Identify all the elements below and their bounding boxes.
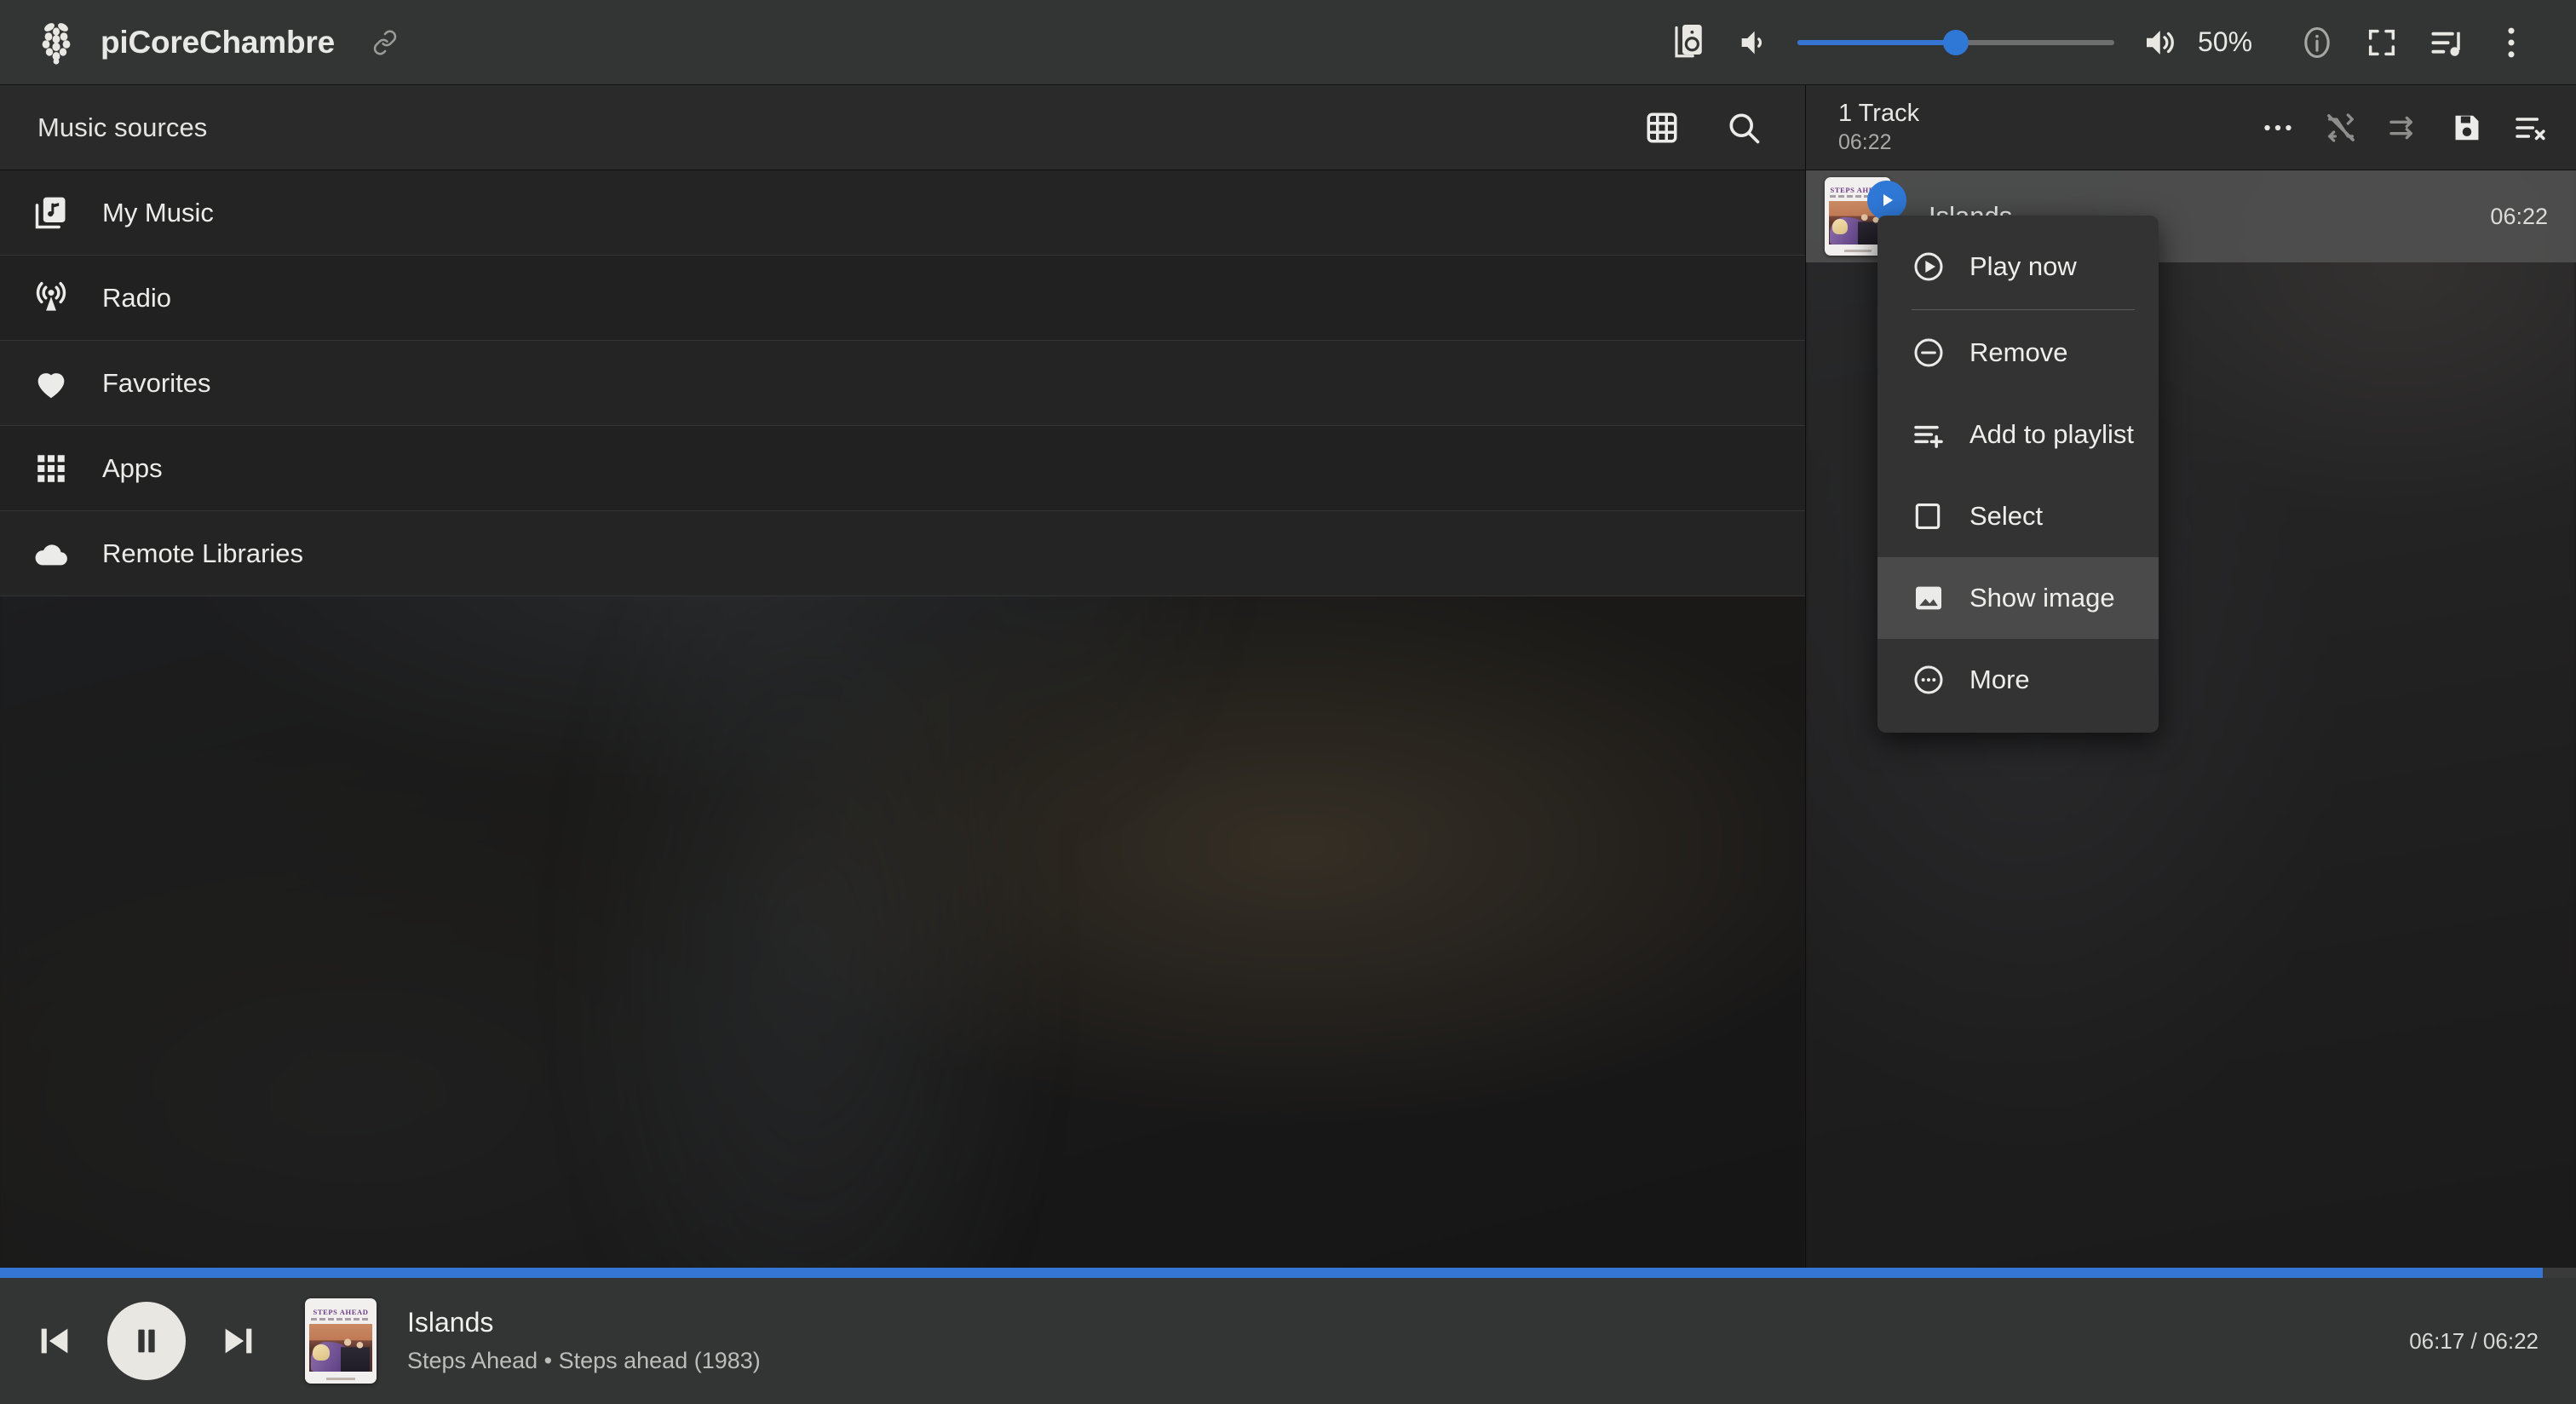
album-art-title: STEPS AHEAD xyxy=(313,1308,369,1316)
context-menu-item-label: Select xyxy=(1969,501,2044,531)
skip-next-icon[interactable] xyxy=(196,1298,281,1384)
player-bar: STEPS AHEAD Islands Steps Ahead • Steps … xyxy=(0,1278,2576,1404)
playlist-header: 1 Track 06:22 xyxy=(1806,85,2576,170)
now-playing-album-art[interactable]: STEPS AHEAD xyxy=(305,1298,377,1384)
now-playing-title: Islands xyxy=(407,1307,494,1338)
sidebar-item-my-music[interactable]: My Music xyxy=(0,170,1805,256)
album-art-figures xyxy=(341,1337,371,1372)
context-menu-item-remove[interactable]: Remove xyxy=(1877,312,2159,394)
volume-slider[interactable] xyxy=(1797,10,2114,75)
playlist-summary: 1 Track 06:22 xyxy=(1806,100,1920,154)
now-playing-time: 06:17 / 06:22 xyxy=(2409,1327,2539,1354)
sidebar-item-label: Remote Libraries xyxy=(102,538,304,568)
more-circle-icon xyxy=(1912,663,1951,697)
radio-broadcast-icon xyxy=(0,279,102,317)
app-window: piCoreChambre 50% Music sources My Music… xyxy=(0,0,2576,1404)
top-bar: piCoreChambre 50% xyxy=(0,0,2576,85)
playlist-queue-icon[interactable] xyxy=(2414,10,2479,75)
playlist-total-duration: 06:22 xyxy=(1838,129,1892,154)
overflow-menu-icon[interactable] xyxy=(2479,10,2544,75)
music-library-icon xyxy=(0,194,102,232)
shuffle-off-icon[interactable] xyxy=(2313,100,2369,156)
grid-view-icon[interactable] xyxy=(1631,97,1693,158)
sidebar-item-label: My Music xyxy=(102,197,214,227)
track-context-menu: Play now Remove Add to playlist Select S… xyxy=(1877,216,2159,733)
save-floppy-icon[interactable] xyxy=(2439,100,2495,156)
volume-down-icon[interactable] xyxy=(1721,10,1785,75)
top-bar-left: piCoreChambre xyxy=(0,20,398,65)
image-icon xyxy=(1912,581,1951,615)
album-art-illustration xyxy=(309,1324,372,1372)
pause-icon[interactable] xyxy=(107,1302,186,1380)
context-menu-item-more[interactable]: More xyxy=(1877,639,2159,721)
raspberry-pi-logo-icon xyxy=(37,20,75,65)
volume-slider-thumb[interactable] xyxy=(1943,29,1969,55)
sources-actions xyxy=(1631,97,1805,158)
clear-playlist-icon[interactable] xyxy=(2502,100,2558,156)
context-menu-item-play-now[interactable]: Play now xyxy=(1877,226,2159,308)
seek-bar[interactable] xyxy=(0,1268,2576,1278)
sources-title: Music sources xyxy=(37,112,208,142)
cloud-icon xyxy=(0,534,102,573)
context-menu-item-label: More xyxy=(1969,665,2030,694)
context-menu-item-select[interactable]: Select xyxy=(1877,475,2159,557)
now-playing-metadata: Islands Steps Ahead • Steps ahead (1983) xyxy=(407,1307,761,1374)
heart-icon xyxy=(0,364,102,403)
app-title: piCoreChambre xyxy=(101,24,335,60)
playlist-actions xyxy=(2250,100,2576,156)
play-badge-icon[interactable] xyxy=(1867,181,1906,220)
context-menu-item-label: Add to playlist xyxy=(1969,419,2134,449)
sidebar-item-radio[interactable]: Radio xyxy=(0,256,1805,341)
apps-grid-icon xyxy=(0,451,102,486)
sidebar-item-label: Favorites xyxy=(102,367,211,398)
checkbox-empty-icon xyxy=(1912,500,1951,532)
now-playing-subtitle: Steps Ahead • Steps ahead (1983) xyxy=(407,1348,761,1374)
volume-up-icon[interactable] xyxy=(2126,10,2191,75)
context-menu-item-label: Play now xyxy=(1969,251,2077,281)
sidebar-item-remote-libraries[interactable]: Remote Libraries xyxy=(0,511,1805,596)
context-menu-item-show-image[interactable]: Show image xyxy=(1877,557,2159,639)
sources-list: My Music Radio Favorites Apps Remote Lib… xyxy=(0,170,1805,596)
sidebar-item-label: Radio xyxy=(102,282,171,313)
context-menu-divider xyxy=(1912,309,2135,310)
repeat-off-icon[interactable] xyxy=(2376,100,2432,156)
minus-circle-icon xyxy=(1912,336,1951,370)
play-circle-icon xyxy=(1912,250,1951,284)
search-icon[interactable] xyxy=(1713,97,1774,158)
context-menu-item-label: Remove xyxy=(1969,337,2068,367)
seek-bar-fill xyxy=(0,1268,2543,1278)
info-icon[interactable] xyxy=(2285,10,2349,75)
playlist-track-count: 1 Track xyxy=(1838,100,1920,128)
horizontal-dots-icon[interactable] xyxy=(2250,100,2306,156)
sources-pane: Music sources My Music Radio Favorites A… xyxy=(0,85,1805,1278)
playlist-add-icon xyxy=(1912,417,1951,452)
playlist-track-duration: 06:22 xyxy=(2490,203,2548,229)
sidebar-item-favorites[interactable]: Favorites xyxy=(0,341,1805,426)
sidebar-item-apps[interactable]: Apps xyxy=(0,426,1805,511)
context-menu-item-label: Show image xyxy=(1969,583,2115,613)
sources-header: Music sources xyxy=(0,85,1805,170)
album-art-footer-line xyxy=(326,1378,355,1380)
album-art-credits-line xyxy=(310,1318,371,1321)
now-playing-album-art-image: STEPS AHEAD xyxy=(305,1298,377,1384)
skip-previous-icon[interactable] xyxy=(12,1298,97,1384)
top-bar-right: 50% xyxy=(1656,10,2576,75)
context-menu-item-add-to-playlist[interactable]: Add to playlist xyxy=(1877,394,2159,475)
fullscreen-icon[interactable] xyxy=(2349,10,2414,75)
link-icon[interactable] xyxy=(372,30,398,55)
album-art-footer-line xyxy=(1844,250,1872,253)
speaker-zone-icon[interactable] xyxy=(1656,10,1721,75)
volume-percent-label: 50% xyxy=(2198,26,2253,57)
volume-slider-fill xyxy=(1797,39,1956,45)
main-content: Music sources My Music Radio Favorites A… xyxy=(0,85,2576,1278)
sidebar-item-label: Apps xyxy=(102,452,163,483)
